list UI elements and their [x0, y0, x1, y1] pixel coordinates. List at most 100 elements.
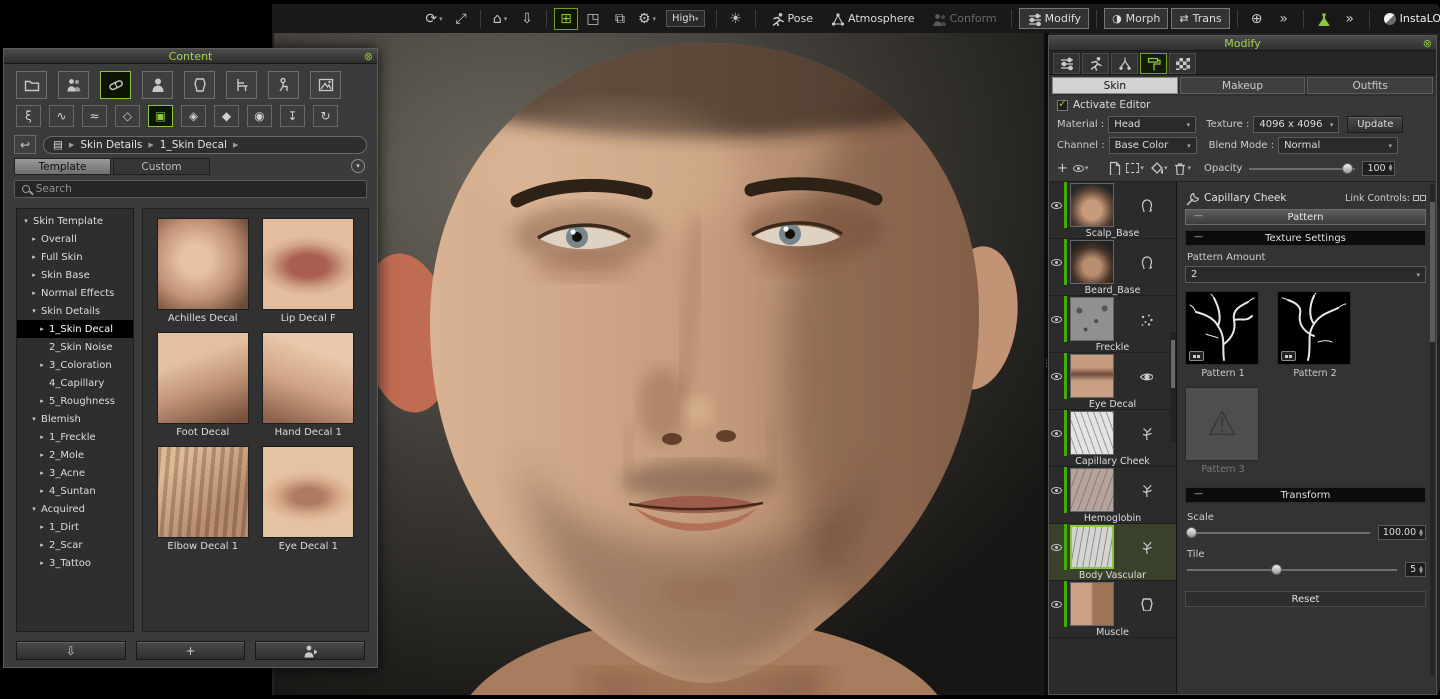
pattern-thumbnail[interactable] [1185, 291, 1259, 365]
skin-capsule-icon[interactable] [100, 71, 131, 99]
marquee-select-button[interactable]: ▾ [1126, 163, 1144, 173]
layer-item[interactable]: Scalp_Base [1049, 182, 1176, 239]
overflow-chevron[interactable]: » [1272, 8, 1296, 30]
blend-mode-select[interactable]: Normal▾ [1278, 137, 1398, 154]
layer-mask-icon[interactable] [1116, 483, 1176, 497]
tab-skin[interactable]: Skin [1052, 77, 1178, 94]
overlap-view-button[interactable]: ⧉ [608, 8, 632, 30]
layer-mask-icon[interactable] [1116, 369, 1176, 383]
load-template-button[interactable]: ⇩ [16, 641, 126, 660]
pattern-thumbnail[interactable] [1277, 291, 1351, 365]
viewport-3d[interactable] [274, 33, 1044, 695]
breadcrumb-segment[interactable]: 1_Skin Decal [160, 139, 227, 151]
apply-to-character-button[interactable] [255, 641, 365, 660]
decal-item[interactable]: Lip Decal F [261, 218, 357, 324]
transform-section-header[interactable]: —Transform [1185, 487, 1426, 503]
layer-list-scrollbar[interactable] [1170, 332, 1176, 442]
add-content-button[interactable]: + [136, 641, 246, 660]
layer-item[interactable]: Eye Decal [1049, 353, 1176, 410]
decal-item[interactable]: Hand Decal 1 [261, 332, 357, 438]
visibility-eye-icon[interactable] [1049, 259, 1064, 266]
opacity-slider[interactable] [1247, 162, 1357, 175]
layer-thumbnail[interactable] [1070, 468, 1114, 512]
layer-thumbnail[interactable] [1070, 297, 1114, 341]
tile-slider[interactable] [1185, 563, 1399, 576]
strand-icon[interactable]: ∿ [49, 105, 74, 127]
tile-value-box[interactable]: 5▲▼ [1405, 562, 1426, 577]
scene-backdrop-icon[interactable] [310, 71, 341, 99]
layer-item[interactable]: Beard_Base [1049, 239, 1176, 296]
layer-item[interactable]: Hemoglobin [1049, 467, 1176, 524]
layer-visibility-button[interactable]: ▾ [1073, 164, 1089, 172]
layer-mask-icon[interactable] [1116, 312, 1176, 326]
lace-icon[interactable]: ≈ [82, 105, 107, 127]
home-view-button[interactable]: ⌂▾ [488, 8, 512, 30]
tab-template[interactable]: Template [14, 158, 111, 175]
tree-item[interactable]: ▸Overall [17, 230, 133, 248]
layer-thumbnail[interactable] [1070, 183, 1114, 227]
tab-physics[interactable] [1111, 53, 1138, 74]
tree-item[interactable]: ▸Skin Base [17, 266, 133, 284]
gem-icon[interactable]: ◇ [115, 105, 140, 127]
tree-item[interactable]: 4_Capillary [17, 374, 133, 392]
layer-mask-icon[interactable] [1116, 597, 1176, 611]
tree-item[interactable]: ▸4_Suntan [17, 482, 133, 500]
decal-thumbnail[interactable] [262, 446, 354, 538]
close-icon[interactable]: ⊗ [1423, 36, 1432, 51]
pane-layout-button[interactable]: ◳ [581, 8, 605, 30]
pattern-amount-select[interactable]: 2▾ [1185, 266, 1426, 283]
scale-slider[interactable] [1185, 526, 1372, 539]
tree-item[interactable]: ▸1_Dirt [17, 518, 133, 536]
layer-mask-icon[interactable] [1116, 198, 1176, 212]
layer-mask-icon[interactable] [1116, 540, 1176, 554]
spinner-icon[interactable]: ▲▼ [1419, 566, 1423, 574]
conform-button[interactable]: Conform [925, 8, 1004, 30]
layer-thumbnail[interactable] [1070, 240, 1114, 284]
detail-scrollbar[interactable] [1430, 184, 1435, 676]
overflow-chevron[interactable]: » [1338, 8, 1362, 30]
layer-thumbnail[interactable] [1070, 525, 1114, 569]
hair-icon[interactable]: ξ [16, 105, 41, 127]
decal-thumbnail[interactable] [157, 332, 249, 424]
tree-item-selected[interactable]: ▸1_Skin Decal [17, 320, 133, 338]
atmosphere-button[interactable]: Atmosphere [823, 8, 922, 30]
link-controls[interactable]: Link Controls: [1345, 193, 1426, 204]
tile-slider-thumb[interactable] [1271, 564, 1282, 575]
decal-item[interactable]: Elbow Decal 1 [155, 446, 251, 552]
opacity-slider-thumb[interactable] [1342, 163, 1353, 174]
tab-animation[interactable] [1082, 53, 1109, 74]
folder-icon[interactable] [16, 71, 47, 99]
reset-button[interactable]: Reset [1185, 591, 1426, 607]
tree-item[interactable]: 2_Skin Noise [17, 338, 133, 356]
import-button[interactable]: ⇩ [515, 8, 539, 30]
tab-options-button[interactable]: ▾ [351, 159, 365, 173]
orbit-icon[interactable]: ◉ [247, 105, 272, 127]
decal-item[interactable]: Foot Decal [155, 332, 251, 438]
layer-item[interactable]: Muscle [1049, 581, 1176, 638]
pattern-item[interactable]: Pattern 1 [1185, 291, 1261, 379]
spinner-icon[interactable]: ▲▼ [1419, 529, 1423, 537]
online-plugin-button[interactable]: ⊕ [1245, 8, 1269, 30]
visibility-eye-icon[interactable] [1049, 430, 1064, 437]
body-icon[interactable] [184, 71, 215, 99]
tree-item[interactable]: ▸2_Mole [17, 446, 133, 464]
decal-item[interactable]: Eye Decal 1 [261, 446, 357, 552]
decal-thumbnail[interactable] [262, 332, 354, 424]
render-settings-button[interactable]: ⚙▾ [635, 8, 659, 30]
decal-thumbnail[interactable] [157, 218, 249, 310]
reset-camera-button[interactable]: ⟳▾ [422, 8, 446, 30]
pattern-item[interactable]: Pattern 2 [1277, 291, 1353, 379]
layer-mask-icon[interactable] [1116, 255, 1176, 269]
layer-thumbnail[interactable] [1070, 354, 1114, 398]
layered-gem-icon[interactable]: ◆ [214, 105, 239, 127]
instalod-button[interactable]: InstaLOD▾ [1377, 8, 1440, 30]
tree-item[interactable]: ▾Acquired [17, 500, 133, 518]
modify-button[interactable]: Modify [1019, 8, 1089, 29]
pin-icon[interactable]: ↧ [280, 105, 305, 127]
tree-item[interactable]: ▸2_Scar [17, 536, 133, 554]
opacity-value-box[interactable]: 100▲▼ [1362, 161, 1395, 176]
update-button[interactable]: Update [1347, 116, 1403, 133]
search-input[interactable] [36, 183, 359, 195]
decal-item[interactable]: Achilles Decal [155, 218, 251, 324]
layer-thumbnail[interactable] [1070, 582, 1114, 626]
